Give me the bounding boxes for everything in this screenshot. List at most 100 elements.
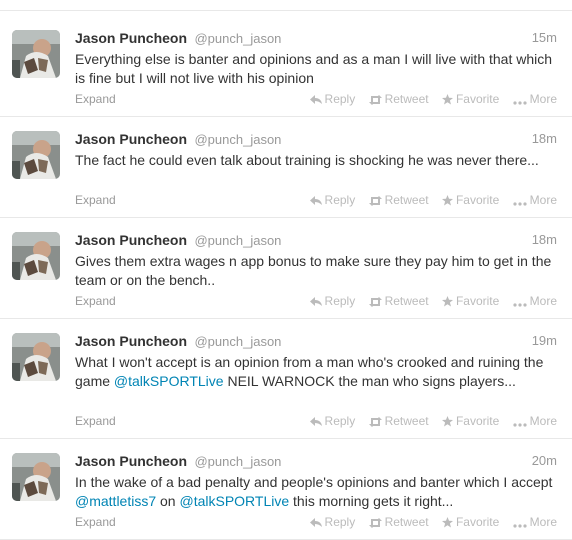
star-icon xyxy=(441,94,453,105)
retweet-icon xyxy=(368,518,382,528)
more-button[interactable]: More xyxy=(513,414,557,428)
favorite-button[interactable]: Favorite xyxy=(441,515,500,529)
favorite-button[interactable]: Favorite xyxy=(441,414,499,428)
mention-link[interactable]: @talkSPORTLive xyxy=(114,373,224,389)
tweet[interactable]: Jason Puncheon @punch_jason 15m Everythi… xyxy=(0,16,572,117)
favorite-button[interactable]: Favorite xyxy=(441,294,500,308)
retweet-label: Retweet xyxy=(384,515,429,529)
retweet-button[interactable]: Retweet xyxy=(368,193,429,207)
expand-link[interactable]: Expand xyxy=(75,515,116,529)
more-button[interactable]: More xyxy=(513,515,557,529)
tweet-text-segment: on xyxy=(156,493,180,509)
favorite-label: Favorite xyxy=(455,515,500,529)
star-icon xyxy=(441,195,453,206)
author-name[interactable]: Jason Puncheon xyxy=(75,333,187,349)
timestamp[interactable]: 19m xyxy=(532,333,557,348)
timestamp[interactable]: 18m xyxy=(532,131,557,146)
author-name[interactable]: Jason Puncheon xyxy=(75,232,187,248)
more-button[interactable]: More xyxy=(513,294,557,308)
reply-button[interactable]: Reply xyxy=(309,193,356,207)
tweet-text: Gives them extra wages n app bonus to ma… xyxy=(75,252,560,290)
expand-link[interactable]: Expand xyxy=(75,414,116,428)
mention-link[interactable]: @mattletiss7 xyxy=(75,493,156,509)
reply-button[interactable]: Reply xyxy=(309,92,356,106)
tweet-text: In the wake of a bad penalty and people'… xyxy=(75,473,560,511)
reply-button[interactable]: Reply xyxy=(309,515,356,529)
retweet-button[interactable]: Retweet xyxy=(368,294,429,308)
tweet-header: Jason Puncheon @punch_jason 15m xyxy=(75,30,557,50)
reply-label: Reply xyxy=(324,294,356,308)
tweet-footer: Expand Reply Retweet Favorite More xyxy=(75,193,557,211)
tweet-text-segment: In the wake of a bad penalty and people'… xyxy=(75,474,553,490)
favorite-button[interactable]: Favorite xyxy=(441,92,499,106)
reply-label: Reply xyxy=(324,515,356,529)
retweet-icon xyxy=(368,297,382,307)
favorite-label: Favorite xyxy=(455,294,500,308)
tweet-text-segment: Gives them extra wages n app bonus to ma… xyxy=(75,253,552,288)
tweet-actions: Reply Retweet Favorite More xyxy=(300,294,557,308)
tweet[interactable]: Jason Puncheon @punch_jason 20m In the w… xyxy=(0,439,572,540)
tweet-header: Jason Puncheon @punch_jason 19m xyxy=(75,333,557,353)
tweet-header: Jason Puncheon @punch_jason 20m xyxy=(75,453,557,473)
tweet[interactable]: Jason Puncheon @punch_jason 19m What I w… xyxy=(0,319,572,439)
more-label: More xyxy=(529,294,557,308)
avatar[interactable] xyxy=(12,30,60,78)
avatar[interactable] xyxy=(12,232,60,280)
reply-arrow-icon xyxy=(309,95,322,104)
tweet-header: Jason Puncheon @punch_jason 18m xyxy=(75,131,557,151)
retweet-icon xyxy=(368,196,382,206)
reply-label: Reply xyxy=(324,92,356,106)
star-icon xyxy=(441,296,453,307)
timestamp[interactable]: 15m xyxy=(532,30,557,45)
more-label: More xyxy=(529,414,557,428)
more-button[interactable]: More xyxy=(513,193,557,207)
author-handle[interactable]: @punch_jason xyxy=(194,132,281,147)
tweet-text-segment: The fact he could even talk about traini… xyxy=(75,152,539,168)
avatar[interactable] xyxy=(12,131,60,179)
author-handle[interactable]: @punch_jason xyxy=(194,334,281,349)
reply-button[interactable]: Reply xyxy=(309,294,356,308)
ellipsis-icon xyxy=(513,101,527,105)
avatar[interactable] xyxy=(12,333,60,381)
more-button[interactable]: More xyxy=(513,92,557,106)
reply-arrow-icon xyxy=(309,196,322,205)
retweet-icon xyxy=(368,417,382,427)
more-label: More xyxy=(529,92,557,106)
ellipsis-icon xyxy=(513,423,527,427)
retweet-button[interactable]: Retweet xyxy=(368,515,429,529)
retweet-button[interactable]: Retweet xyxy=(368,414,429,428)
expand-link[interactable]: Expand xyxy=(75,193,116,207)
tweet-actions: Reply Retweet Favorite More xyxy=(300,515,557,529)
tweet-actions: Reply Retweet Favorite More xyxy=(300,193,557,207)
timestamp[interactable]: 18m xyxy=(532,232,557,247)
mention-link[interactable]: @talkSPORTLive xyxy=(179,493,289,509)
reply-button[interactable]: Reply xyxy=(309,414,355,428)
star-icon xyxy=(441,416,453,427)
author-handle[interactable]: @punch_jason xyxy=(194,31,281,46)
retweet-button[interactable]: Retweet xyxy=(368,92,429,106)
ellipsis-icon xyxy=(513,303,527,307)
author-handle[interactable]: @punch_jason xyxy=(194,233,281,248)
tweet-footer: Expand Reply Retweet Favorite More xyxy=(75,414,557,432)
reply-label: Reply xyxy=(324,193,356,207)
retweet-label: Retweet xyxy=(384,92,429,106)
expand-link[interactable]: Expand xyxy=(75,294,116,308)
timestamp[interactable]: 20m xyxy=(532,453,557,468)
expand-link[interactable]: Expand xyxy=(75,92,116,106)
tweet-actions: Reply Retweet Favorite More xyxy=(300,92,557,106)
author-name[interactable]: Jason Puncheon xyxy=(75,131,187,147)
author-name[interactable]: Jason Puncheon xyxy=(75,453,187,469)
star-icon xyxy=(441,517,453,528)
tweet[interactable]: Jason Puncheon @punch_jason 18m The fact… xyxy=(0,117,572,218)
favorite-button[interactable]: Favorite xyxy=(441,193,499,207)
reply-arrow-icon xyxy=(309,518,322,527)
retweet-label: Retweet xyxy=(384,294,429,308)
avatar[interactable] xyxy=(12,453,60,501)
tweet-text: The fact he could even talk about traini… xyxy=(75,151,560,170)
tweet-footer: Expand Reply Retweet Favorite More xyxy=(75,515,557,533)
tweet[interactable]: Jason Puncheon @punch_jason 18m Gives th… xyxy=(0,218,572,319)
retweet-icon xyxy=(368,95,382,105)
reply-arrow-icon xyxy=(309,297,322,306)
author-handle[interactable]: @punch_jason xyxy=(194,454,281,469)
author-name[interactable]: Jason Puncheon xyxy=(75,30,187,46)
